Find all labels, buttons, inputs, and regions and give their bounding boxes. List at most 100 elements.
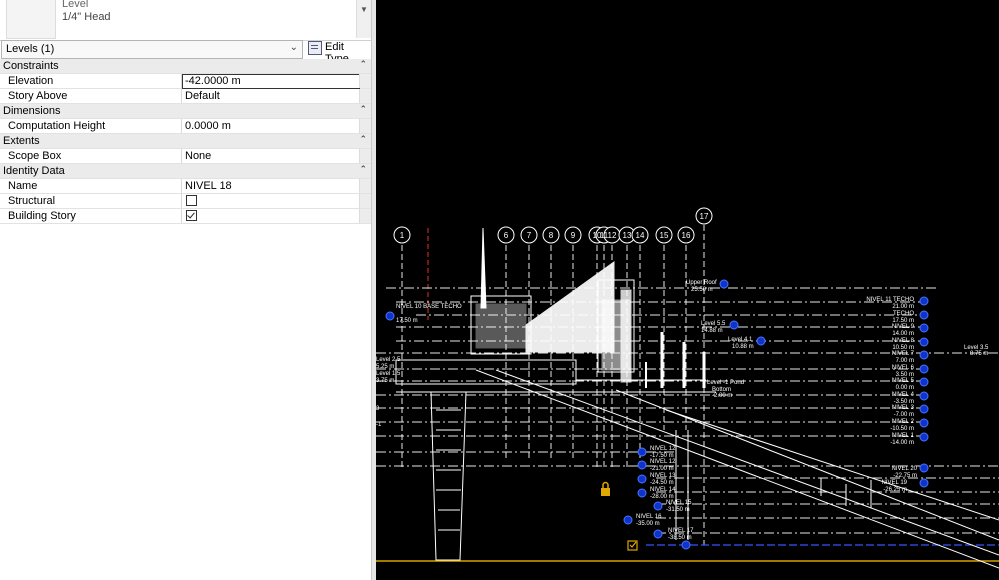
grid-label: 8: [549, 231, 554, 240]
property-label: Name: [8, 180, 38, 192]
elevation-input[interactable]: -42.0000 m: [182, 74, 360, 89]
collapse-icon[interactable]: ⌃: [359, 134, 367, 145]
level-name: NIVEL 7: [892, 351, 915, 357]
level-elev: 0.00 m: [896, 385, 914, 391]
grid-label: 9: [571, 231, 576, 240]
category-label: Identity Data: [3, 165, 65, 177]
level-name: NIVEL 2: [892, 419, 915, 425]
grid-label: 16: [682, 231, 691, 240]
level-head-marker: [919, 350, 929, 360]
level-head-marker: [637, 474, 647, 484]
level-name: NIVEL 4: [892, 392, 915, 398]
grid-label: 14: [636, 231, 645, 240]
triangle-down-icon: ▼: [360, 5, 368, 14]
elevation-view-canvas[interactable]: 1 6 7 8 9 10 11 12 13 14 15 16 17 NIVEL …: [376, 0, 999, 580]
level-head-marker: [681, 540, 691, 550]
category-dimensions[interactable]: Dimensions ⌃: [0, 104, 371, 119]
level-elev: 14.00 m: [892, 331, 914, 337]
story-above-field[interactable]: Default: [182, 89, 358, 103]
level-head-marker: [919, 323, 929, 333]
property-row-structural[interactable]: Structural: [0, 194, 371, 209]
level-elev: 3.75 m: [376, 378, 394, 384]
name-field[interactable]: NIVEL 18: [182, 179, 358, 193]
building-story-checkbox[interactable]: [186, 210, 197, 221]
type-family-label: Level: [62, 0, 89, 10]
level-head-marker: [919, 432, 929, 442]
elevation-value: -42.0000 m: [185, 75, 241, 87]
row-scrollbar: [359, 89, 371, 103]
edit-type-button[interactable]: Edit Type: [307, 40, 369, 65]
property-row-scope-box[interactable]: Scope Box None: [0, 149, 371, 164]
collapse-icon[interactable]: ⌃: [359, 164, 367, 175]
collapse-icon[interactable]: ⌃: [359, 59, 367, 70]
level-elev: -31.50 m: [666, 507, 690, 513]
level-elev: -2.00 m: [712, 393, 732, 399]
level-name: NIVEL 13: [650, 473, 676, 479]
name-value: NIVEL 18: [185, 180, 232, 192]
level-name: Level -1 Pond: [707, 380, 744, 386]
chevron-down-icon: ⌄: [289, 42, 298, 53]
property-row-story-above[interactable]: Story Above Default: [0, 89, 371, 104]
level-head-marker: [919, 404, 929, 414]
level-elev: -26.25 m: [883, 487, 907, 493]
level-elev: -38.50 m: [668, 535, 692, 541]
category-identity-data[interactable]: Identity Data ⌃: [0, 164, 371, 179]
scope-box-value: None: [185, 150, 212, 162]
grid-label: 6: [504, 231, 509, 240]
computation-height-value: 0.0000 m: [185, 120, 231, 132]
level-elev: 8.75 m: [970, 351, 988, 357]
scope-box-field[interactable]: None: [182, 149, 358, 163]
level-elev: -24.50 m: [650, 480, 674, 486]
grid-label: 12: [608, 231, 617, 240]
level-elev: -7.00 m: [894, 412, 914, 418]
computation-height-field[interactable]: 0.0000 m: [182, 119, 358, 133]
property-label: Structural: [8, 195, 56, 207]
level-name: NIVEL 17: [668, 528, 694, 534]
grid-label: 1: [400, 231, 405, 240]
category-extents[interactable]: Extents ⌃: [0, 134, 371, 149]
level-name: NIVEL 5: [892, 378, 915, 384]
level-name: NIVEL 11 TECHO: [866, 297, 914, 303]
level-head-marker: [729, 320, 739, 330]
property-label: Story Above: [8, 90, 68, 102]
structural-checkbox[interactable]: [186, 195, 197, 206]
grid-label: 17: [700, 212, 709, 221]
section-drawing: 1 6 7 8 9 10 11 12 13 14 15 16 17 NIVEL …: [376, 207, 999, 569]
properties-panel: Level 1/4" Head ▼ Levels (1) ⌄ Edit Type…: [0, 0, 371, 580]
property-row-name[interactable]: Name NIVEL 18: [0, 179, 371, 194]
grid-label: 15: [660, 231, 669, 240]
level-elev: 14.88 m: [701, 328, 723, 334]
level-head-marker: [637, 488, 647, 498]
property-row-elevation[interactable]: Elevation -42.0000 m: [0, 74, 371, 89]
property-row-computation-height[interactable]: Computation Height 0.0000 m: [0, 119, 371, 134]
level-name: NIVEL 20: [892, 466, 918, 472]
property-label: Elevation: [8, 75, 54, 87]
category-constraints[interactable]: Constraints ⌃: [0, 59, 371, 74]
property-row-building-story[interactable]: Building Story: [0, 209, 371, 224]
grid-label: 13: [623, 231, 632, 240]
level-name: TECHO: [893, 311, 914, 317]
row-scrollbar: [359, 194, 371, 208]
collapse-icon[interactable]: ⌃: [359, 104, 367, 115]
level-head-marker: [919, 418, 929, 428]
level-elev: 21.00 m: [892, 304, 914, 310]
level-head-marker: [919, 391, 929, 401]
story-above-value: Default: [185, 90, 220, 102]
level-head-marker: [919, 337, 929, 347]
level-name: NIVEL 14: [650, 487, 676, 493]
category-label: Constraints: [3, 60, 59, 72]
level-head-marker: [637, 460, 647, 470]
type-selector-dropdown-arrow[interactable]: ▼: [356, 0, 371, 38]
instance-filter-dropdown[interactable]: Levels (1) ⌄: [1, 40, 303, 59]
row-scrollbar: [359, 74, 371, 88]
type-selector[interactable]: Level 1/4" Head ▼: [0, 0, 371, 41]
type-preview-thumbnail: [6, 0, 56, 39]
level-name: -1: [376, 422, 382, 428]
level-elev: 5.25 m: [376, 364, 394, 370]
level-head-marker: [653, 529, 663, 539]
level-name: NIVEL 1: [892, 433, 915, 439]
lock-icon: [601, 481, 610, 496]
level-head-marker: [637, 447, 647, 457]
level-elev: -21.00 m: [650, 466, 674, 472]
level-name: NIVEL 19: [882, 480, 908, 486]
